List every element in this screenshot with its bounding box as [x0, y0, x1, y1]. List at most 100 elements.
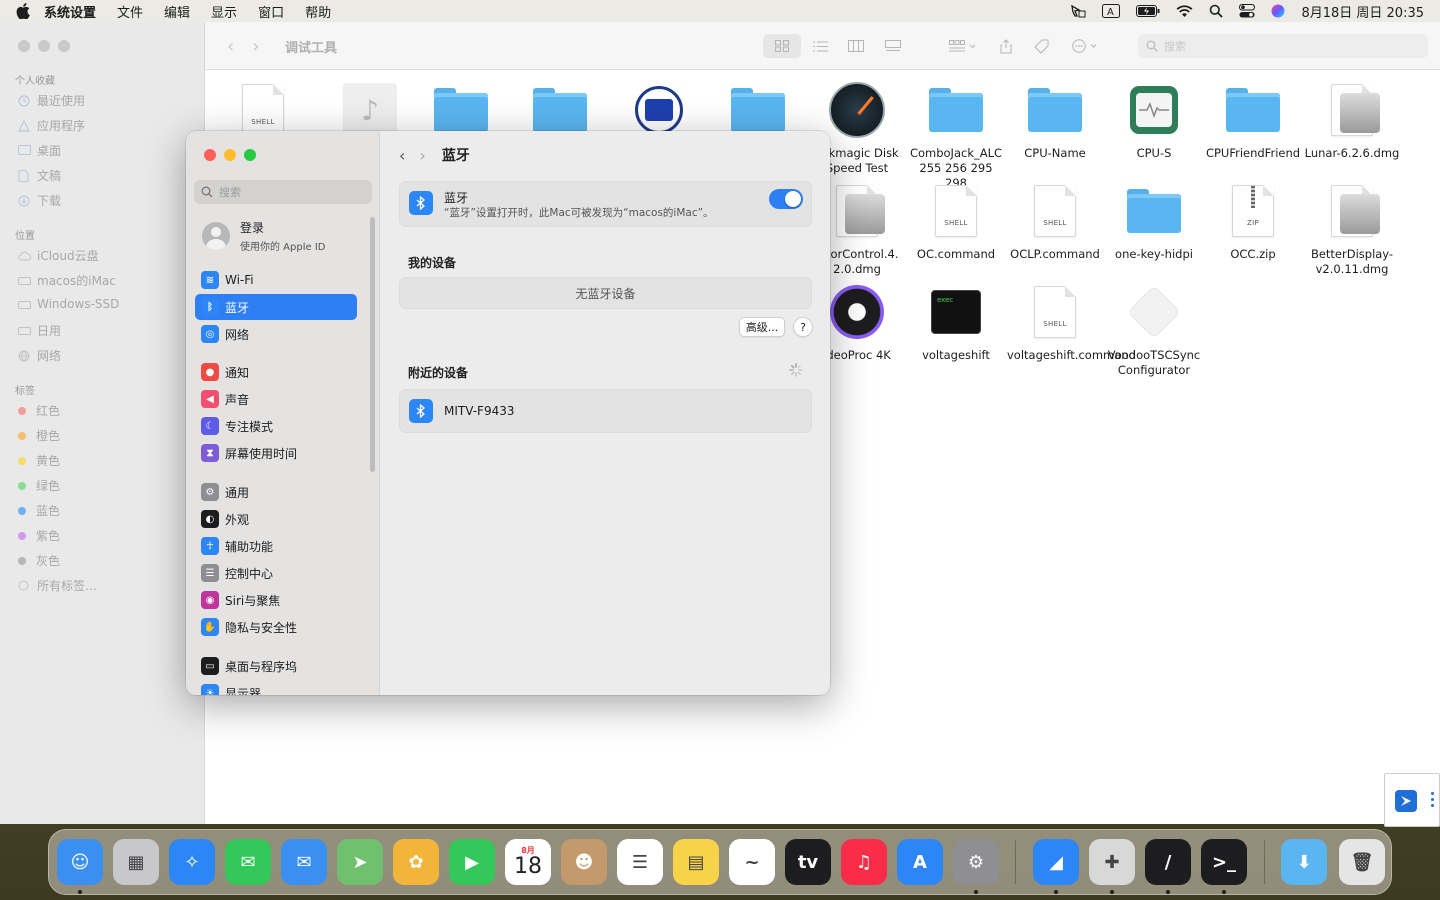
file-item-betterdisplay-dmg[interactable]: BetterDisplay-v2.0.11.dmg [1304, 183, 1400, 277]
safari-icon[interactable]: ✧ [169, 839, 215, 885]
input-method-icon[interactable]: A [1102, 4, 1121, 18]
calendar-icon[interactable]: 8月 18 [505, 839, 551, 885]
bluetooth-toggle[interactable] [769, 189, 803, 209]
file-item-occ-zip[interactable]: ZIP OCC.zip [1205, 183, 1301, 262]
minimize-button[interactable] [224, 149, 236, 161]
group-by-icon[interactable] [945, 34, 981, 58]
forward-icon[interactable]: › [419, 146, 425, 165]
menu-window[interactable]: 窗口 [258, 2, 284, 21]
column-view-icon[interactable] [844, 34, 868, 58]
disk-utility-icon[interactable]: ✚ [1089, 839, 1135, 885]
editor-icon[interactable]: / [1145, 839, 1191, 885]
sidebar-scrollbar[interactable] [370, 217, 375, 472]
terminal-icon[interactable]: >_ [1201, 839, 1247, 885]
sidebar-item-hand[interactable]: ✋ 隐私与安全性 [195, 614, 357, 640]
back-icon[interactable]: ‹ [399, 146, 405, 165]
maps-icon[interactable]: ➤ [337, 839, 383, 885]
sidebar-item-bluetooth[interactable]: ᛒ 蓝牙 [195, 294, 357, 320]
nearby-device-row[interactable]: MITV-F9433 [399, 389, 812, 433]
more-actions-icon[interactable] [1069, 34, 1105, 58]
share-icon[interactable] [996, 34, 1016, 58]
sidebar-item-dock[interactable]: ▭ 桌面与程序坞 [195, 653, 357, 679]
sidebar-item-display[interactable]: ☀ 显示器 [195, 680, 357, 695]
tag-icon[interactable] [1031, 34, 1051, 58]
sidebar-tag-blue[interactable]: 蓝色 [18, 502, 60, 519]
sidebar-item-globe[interactable]: ◎ 网络 [195, 321, 357, 347]
menu-view[interactable]: 显示 [211, 2, 237, 21]
sidebar-item-speaker[interactable]: ◀ 声音 [195, 386, 357, 412]
sidebar-item-siri[interactable]: ◉ Siri与聚焦 [195, 587, 357, 613]
sidebar-item-icloud[interactable]: iCloud云盘 [18, 247, 99, 264]
downloads-icon[interactable]: ⬇ [1281, 839, 1327, 885]
advanced-button[interactable]: 高级... [739, 317, 785, 337]
tv-icon[interactable]: tv [785, 839, 831, 885]
file-item-oclp-command[interactable]: SHELL OCLP.command [1007, 183, 1103, 262]
sidebar-tag-gray[interactable]: 灰色 [18, 552, 60, 569]
sidebar-item-recents[interactable]: 最近使用 [18, 92, 85, 109]
sidebar-item-moon[interactable]: ☾ 专注模式 [195, 413, 357, 439]
freeform-icon[interactable]: ~ [729, 839, 775, 885]
battery-icon[interactable] [1136, 5, 1160, 17]
sidebar-item-wifi[interactable]: ≋ Wi-Fi [195, 267, 357, 293]
settings-search-input[interactable]: 搜索 [194, 180, 372, 204]
sidebar-item-imac[interactable]: macos的iMac [18, 272, 116, 289]
file-item-cpu-name[interactable]: CPU-Name [1007, 82, 1103, 161]
apple-id-signin[interactable]: 登录 使用你的 Apple ID [202, 219, 325, 253]
launchpad-icon[interactable]: ▦ [113, 839, 159, 885]
finder-minimize-button[interactable] [38, 40, 50, 52]
siri-icon[interactable] [1271, 4, 1285, 18]
sidebar-item-network[interactable]: 网络 [18, 347, 61, 364]
zoom-button[interactable] [244, 149, 256, 161]
file-item-one-key-hidpi[interactable]: one-key-hidpi [1106, 183, 1202, 262]
sidebar-all-tags[interactable]: 所有标签… [18, 577, 97, 594]
sidebar-item-gear[interactable]: ⚙ 通用 [195, 479, 357, 505]
file-item-voltageshift-command[interactable]: SHELL voltageshift.command [1007, 284, 1136, 363]
trash-icon[interactable]: 🗑 [1339, 839, 1385, 885]
remote-desktop-icon[interactable] [1395, 790, 1417, 812]
sidebar-tag-purple[interactable]: 紫色 [18, 527, 60, 544]
contacts-icon[interactable]: ☻ [561, 839, 607, 885]
file-item-voltageshift[interactable]: exec voltageshift [908, 284, 1004, 363]
sidebar-item-downloads[interactable]: 下载 [18, 192, 61, 209]
file-item-combojack[interactable]: ComboJack_ALC 255 256 295 298 [908, 82, 1004, 191]
control-center-icon[interactable] [1239, 4, 1256, 18]
file-item-cpufriendfriend[interactable]: CPUFriendFriend [1205, 82, 1301, 161]
reminders-icon[interactable]: ☰ [617, 839, 663, 885]
help-button[interactable]: ? [793, 317, 813, 337]
sidebar-tag-red[interactable]: 红色 [18, 402, 60, 419]
sidebar-item-accessibility[interactable]: ☥ 辅助功能 [195, 533, 357, 559]
menu-edit[interactable]: 编辑 [164, 2, 190, 21]
messages-icon[interactable]: ✉ [225, 839, 271, 885]
menu-help[interactable]: 帮助 [305, 2, 331, 21]
finder-search-input[interactable]: 搜索 [1138, 34, 1428, 58]
sidebar-item-bell[interactable]: ● 通知 [195, 359, 357, 385]
apple-menu-icon[interactable] [16, 3, 32, 19]
sidebar-item-windows-ssd[interactable]: Windows-SSD [18, 297, 119, 311]
notes-icon[interactable]: ▤ [673, 839, 719, 885]
sidebar-item-hourglass[interactable]: ⧗ 屏幕使用时间 [195, 440, 357, 466]
sidebar-tag-orange[interactable]: 橙色 [18, 427, 60, 444]
sidebar-item-desktop[interactable]: 桌面 [18, 142, 61, 159]
gallery-view-icon[interactable] [881, 34, 905, 58]
sidebar-item-appearance[interactable]: ◐ 外观 [195, 506, 357, 532]
finder-zoom-button[interactable] [58, 40, 70, 52]
more-icon[interactable] [1427, 792, 1437, 812]
screen-share-icon[interactable] [1070, 4, 1086, 18]
remote-icon[interactable]: ◢ [1033, 839, 1079, 885]
list-view-icon[interactable] [808, 34, 832, 58]
file-item-voodootscsync[interactable]: VoodooTSCSync Configurator [1106, 284, 1202, 378]
icon-view-icon[interactable] [763, 34, 801, 58]
finder-back-icon[interactable]: ‹ [227, 36, 234, 57]
sidebar-tag-green[interactable]: 绿色 [18, 477, 60, 494]
sidebar-tag-yellow[interactable]: 黄色 [18, 452, 60, 469]
mail-icon[interactable]: ✉ [281, 839, 327, 885]
sidebar-item-applications[interactable]: 应用程序 [18, 117, 85, 134]
sidebar-item-documents[interactable]: 文稿 [18, 167, 61, 184]
facetime-icon[interactable]: ▶ [449, 839, 495, 885]
remote-desktop-panel[interactable] [1384, 773, 1440, 827]
app-store-icon[interactable]: A [897, 839, 943, 885]
system-settings-icon[interactable]: ⚙ [953, 839, 999, 885]
menu-clock[interactable]: 8月18日 周日 20:35 [1301, 2, 1424, 21]
file-item-oc-command[interactable]: SHELL OC.command [908, 183, 1004, 262]
menu-file[interactable]: 文件 [117, 2, 143, 21]
